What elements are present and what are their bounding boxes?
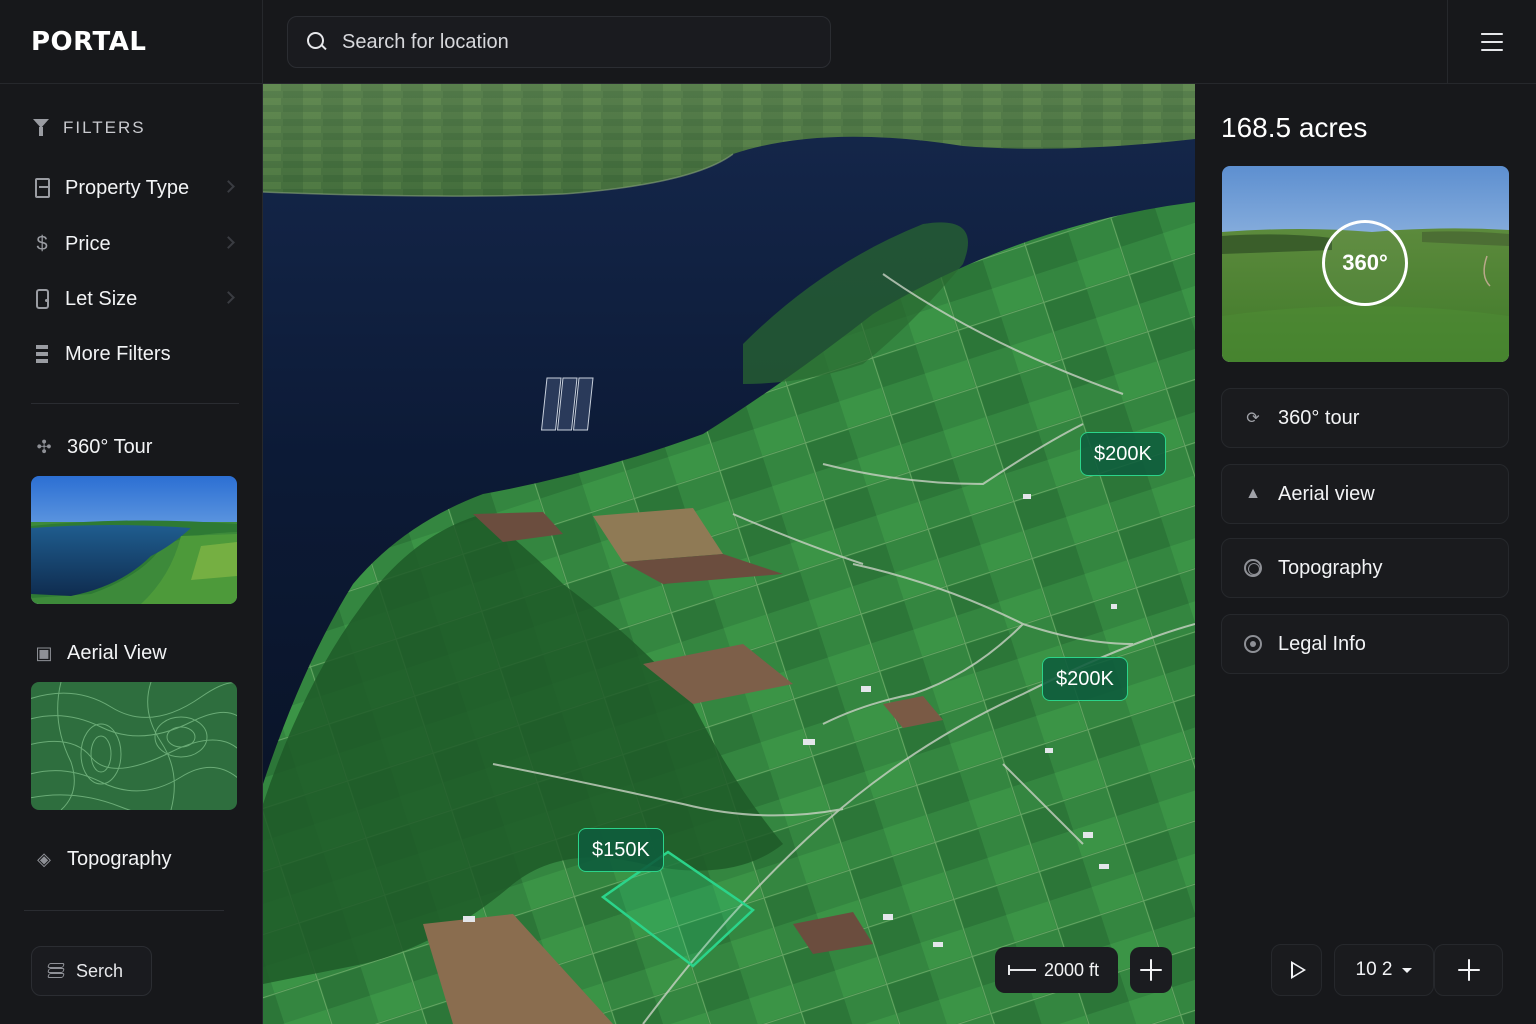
search-bar[interactable] — [287, 16, 831, 68]
panorama-preview[interactable]: 360° — [1222, 166, 1509, 362]
filter-more[interactable]: More Filters — [33, 334, 243, 374]
layers-icon — [47, 963, 65, 979]
price-tag[interactable]: $200K — [1080, 432, 1166, 476]
filter-property-type[interactable]: Property Type — [33, 168, 243, 208]
search-button[interactable]: Serch — [31, 946, 152, 996]
contour-map-image — [31, 682, 237, 810]
filters-sidebar: FILTERS Property Type $ Price Let Size M… — [0, 84, 263, 1024]
rotate-icon: ⟳ — [1246, 410, 1260, 427]
top-bar: PORTAL — [0, 0, 1536, 84]
logo-area: PORTAL — [0, 0, 263, 84]
lake-panorama-image — [31, 476, 237, 604]
layers-icon: ◈ — [37, 849, 51, 869]
price-tag[interactable]: $200K — [1042, 657, 1128, 701]
aerial-thumbnail[interactable] — [31, 682, 237, 810]
add-button[interactable] — [1434, 944, 1503, 996]
tour-thumbnail[interactable] — [31, 476, 237, 604]
filter-label: Price — [65, 232, 111, 255]
contour-icon — [1242, 557, 1264, 579]
scale-bar-icon — [1008, 965, 1036, 975]
play-button[interactable] — [1271, 944, 1322, 996]
mountain-icon: ▲ — [1245, 485, 1261, 502]
app-logo[interactable]: PORTAL — [31, 27, 146, 57]
chevron-right-icon — [222, 291, 235, 304]
section-360-tour[interactable]: ✣ 360° Tour — [33, 436, 152, 459]
info-circle-icon — [1242, 633, 1264, 655]
topography-button[interactable]: Topography — [1221, 538, 1509, 598]
filter-label: Property Type — [65, 176, 190, 199]
play-icon — [1291, 961, 1306, 979]
document-icon — [33, 177, 51, 199]
dollar-icon: $ — [36, 232, 48, 255]
zoom-level-value: 10 2 — [1355, 959, 1393, 980]
tour-360-button[interactable]: ⟳ 360° tour — [1221, 388, 1509, 448]
map-zoom-in-button[interactable] — [1130, 947, 1172, 993]
zoom-level-select[interactable]: 10 2 — [1334, 944, 1434, 996]
stack-icon — [33, 343, 51, 365]
aerial-view-button[interactable]: ▲ Aerial view — [1221, 464, 1509, 524]
property-area: 168.5 acres — [1221, 112, 1368, 143]
aerial-icon: ▣ — [35, 643, 53, 663]
filter-lot-size[interactable]: Let Size — [33, 279, 243, 319]
divider — [31, 403, 239, 404]
price-tag[interactable]: $150K — [578, 828, 664, 872]
property-details-panel: 168.5 acres 360° ⟳ 360° tour ▲ Aerial vi… — [1195, 84, 1536, 1024]
play-360-button[interactable]: 360° — [1322, 220, 1408, 306]
chevron-right-icon — [222, 180, 235, 193]
tour-icon: ✣ — [36, 437, 52, 457]
search-icon — [306, 31, 328, 53]
map-scale: 2000 ft — [995, 947, 1118, 993]
legal-info-button[interactable]: Legal Info — [1221, 614, 1509, 674]
section-topography[interactable]: ◈ Topography — [33, 848, 171, 871]
menu-icon — [1481, 33, 1503, 51]
search-input[interactable] — [342, 30, 802, 54]
filter-label: Let Size — [65, 287, 138, 310]
filter-label: More Filters — [65, 342, 171, 365]
plus-icon — [1140, 959, 1162, 981]
section-aerial-view[interactable]: ▣ Aerial View — [33, 642, 166, 665]
filters-heading: FILTERS — [33, 118, 146, 138]
phone-icon — [33, 288, 51, 310]
satellite-terrain-image — [263, 84, 1195, 1024]
plus-icon — [1457, 959, 1480, 981]
aerial-map[interactable]: $200K $200K $150K — [263, 84, 1195, 1024]
filter-price[interactable]: $ Price — [33, 224, 243, 264]
chevron-down-icon — [1402, 967, 1413, 973]
chevron-right-icon — [222, 236, 235, 249]
divider — [24, 910, 224, 911]
menu-button[interactable] — [1447, 0, 1536, 84]
filter-icon — [33, 119, 49, 137]
